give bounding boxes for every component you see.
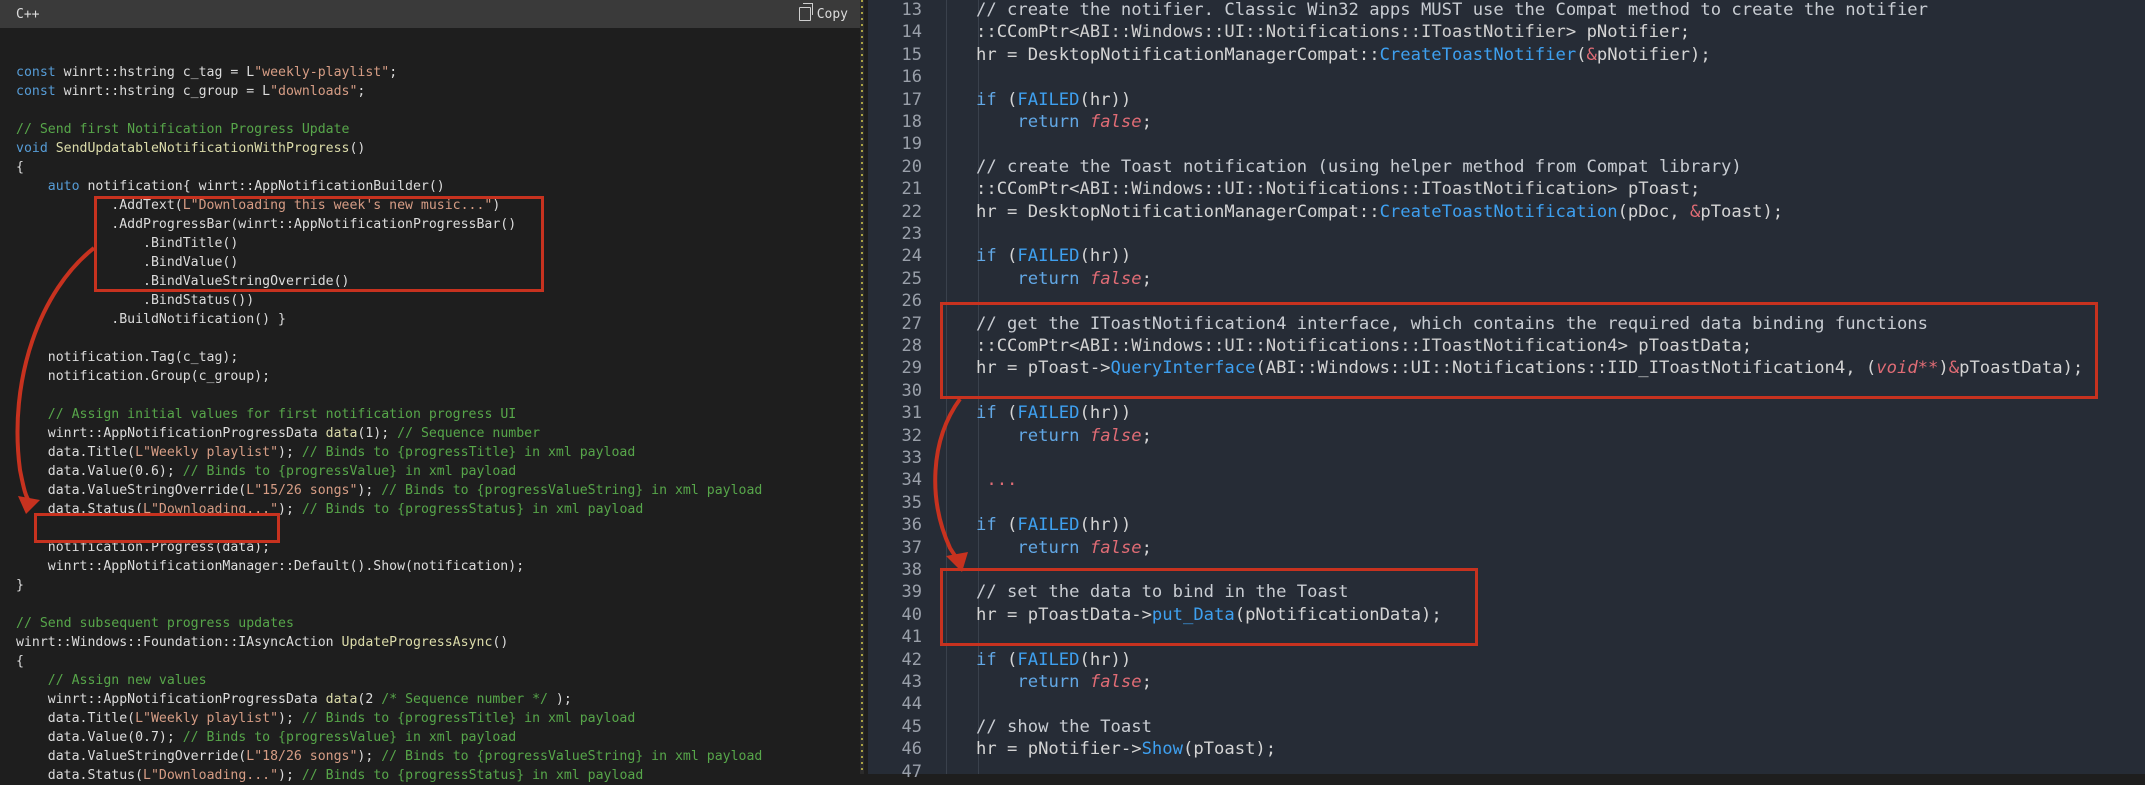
arrow-right <box>933 397 962 564</box>
arrow-left <box>15 246 96 504</box>
arrow-right-head <box>946 552 968 572</box>
annotation-arrows <box>15 246 968 572</box>
arrow-left-head <box>18 496 40 514</box>
